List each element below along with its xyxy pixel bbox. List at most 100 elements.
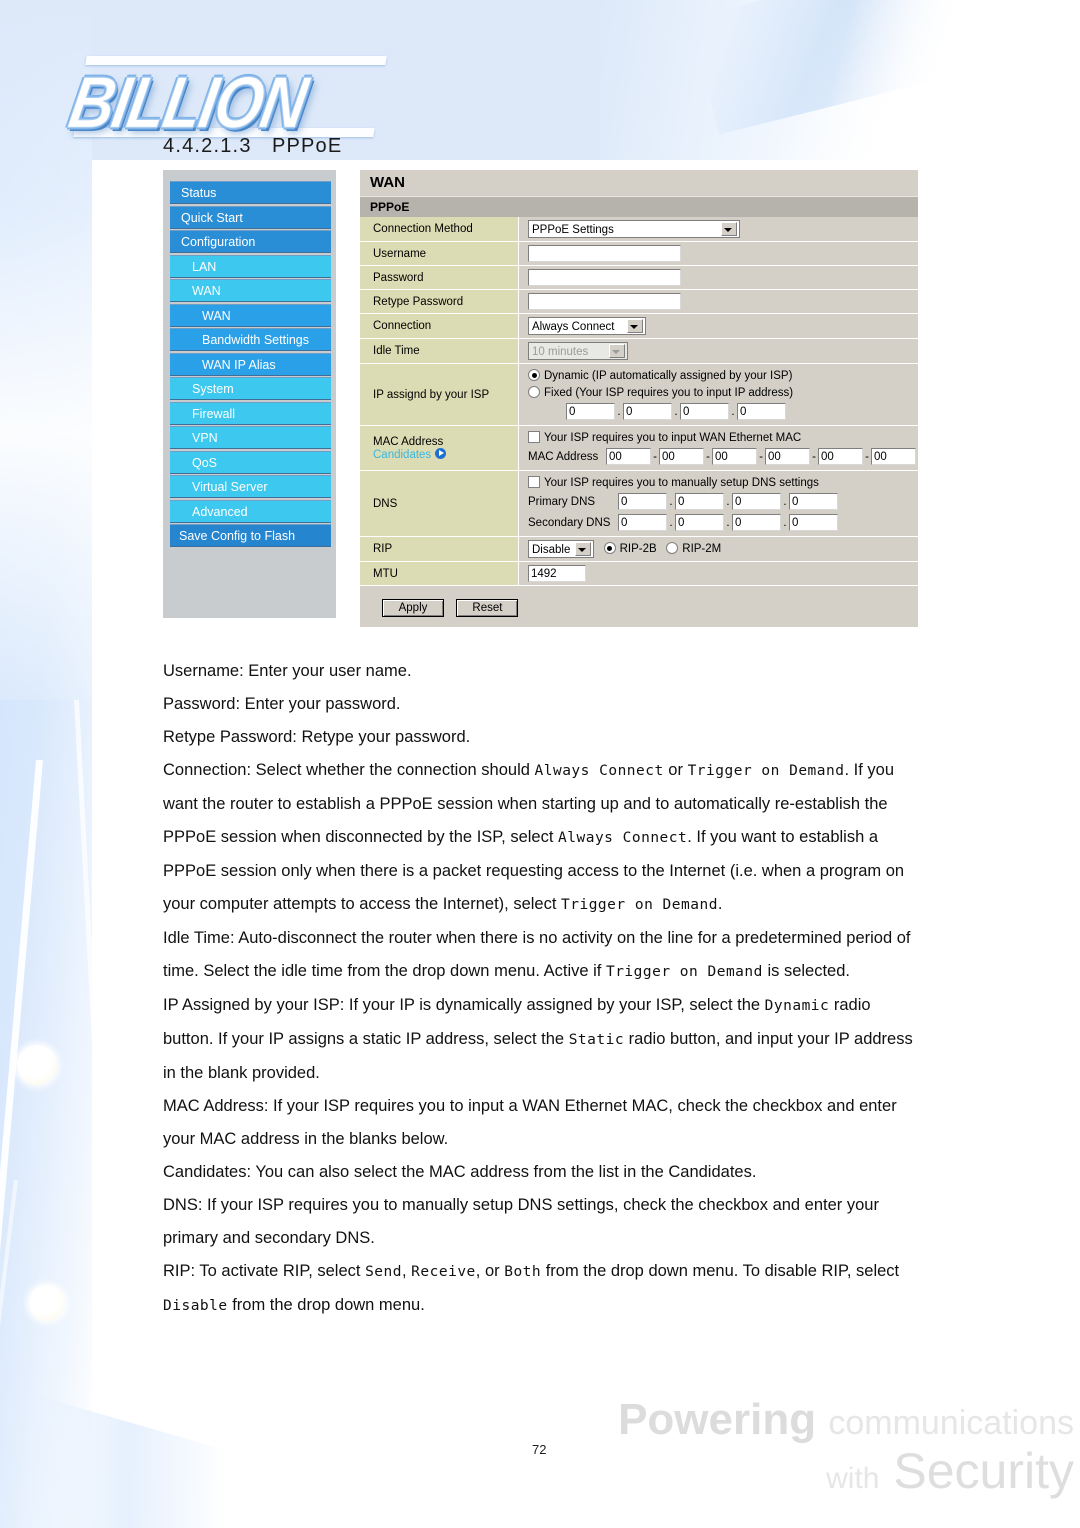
sidebar-item-vpn[interactable]: VPN: [170, 426, 331, 449]
text-run: from the drop down menu. To disable RIP,…: [541, 1262, 900, 1280]
idle-time-select[interactable]: 10 minutes: [528, 342, 628, 360]
secondary-dns-octet-1[interactable]: 0: [618, 514, 667, 531]
sidebar-item-system[interactable]: System: [170, 377, 331, 400]
primary-dns-octet-1[interactable]: 0: [618, 493, 667, 510]
sidebar-item-lan[interactable]: LAN: [170, 254, 331, 278]
label-mac-checkbox: Your ISP requires you to input WAN Ether…: [544, 432, 802, 444]
sidebar-item-virtual-server[interactable]: Virtual Server: [170, 475, 331, 498]
brand-communications: communications: [828, 1404, 1074, 1442]
candidates-link-wrap[interactable]: Candidates: [373, 447, 518, 461]
octet-separator: .: [617, 405, 621, 418]
mac-octet-3[interactable]: 00: [712, 448, 757, 465]
pppoe-settings-form: Connection Method PPPoE Settings Usernam…: [360, 217, 918, 586]
connection-select[interactable]: Always Connect: [528, 317, 646, 335]
sidebar-item-wan[interactable]: WAN: [170, 279, 331, 302]
left-decoration-line: [0, 759, 43, 1528]
left-decoration-line: [0, 1179, 18, 1528]
ui-term: Send: [365, 1264, 402, 1280]
secondary-dns-octet-3[interactable]: 0: [732, 514, 781, 531]
label-rip-2b: RIP-2B: [619, 543, 657, 556]
mac-octet-6[interactable]: 00: [871, 448, 916, 465]
password-input[interactable]: [528, 269, 681, 286]
ip-octet-3[interactable]: 0: [680, 403, 729, 420]
sidebar-item-quick-start[interactable]: Quick Start: [170, 205, 331, 229]
text-run: or: [663, 761, 688, 779]
sidebar-item-status[interactable]: Status: [170, 181, 331, 204]
text-run: is selected.: [762, 962, 850, 980]
ui-term: Disable: [163, 1298, 228, 1314]
sidebar-item-bandwidth-settings[interactable]: Bandwidth Settings: [170, 328, 331, 351]
ui-term: Static: [568, 1032, 625, 1048]
paragraph-idle-time: Idle Time: Auto-disconnect the router wh…: [163, 922, 921, 989]
label-connection-method: Connection Method: [360, 217, 519, 242]
header-fade: [600, 0, 1080, 160]
radio-ip-dynamic[interactable]: [528, 369, 540, 381]
checkbox-wan-ethernet-mac[interactable]: [528, 431, 540, 443]
octet-separator: .: [783, 495, 787, 508]
sidebar-item-save-config-to-flash[interactable]: Save Config to Flash: [170, 524, 331, 547]
label-ip-fixed: Fixed (Your ISP requires you to input IP…: [544, 387, 794, 399]
left-edge-band: [0, 0, 92, 1528]
row-dns: DNS Your ISP requires you to manually se…: [360, 470, 918, 537]
sidebar-item-wan-sub[interactable]: WAN: [170, 303, 331, 327]
apply-button[interactable]: Apply: [382, 599, 444, 617]
sidebar-item-configuration[interactable]: Configuration: [170, 230, 331, 253]
dns-checkbox-option[interactable]: Your ISP requires you to manually setup …: [528, 474, 918, 491]
username-input[interactable]: [528, 245, 681, 262]
paragraph-password: Password: Enter your password.: [163, 695, 401, 713]
sidebar-item-qos[interactable]: QoS: [170, 450, 331, 474]
ip-octet-2[interactable]: 0: [623, 403, 672, 420]
secondary-dns-octet-4[interactable]: 0: [789, 514, 838, 531]
primary-dns-octet-4[interactable]: 0: [789, 493, 838, 510]
label-password: Password: [360, 265, 519, 290]
paragraph-mac-address: MAC Address: If your ISP requires you to…: [163, 1097, 897, 1148]
footer-brand-watermark: Powering communications with Security: [594, 1398, 1074, 1497]
ip-fixed-option[interactable]: Fixed (Your ISP requires you to input IP…: [528, 384, 918, 401]
octet-separator: .: [731, 405, 735, 418]
sidebar-item-advanced[interactable]: Advanced: [170, 499, 331, 523]
section-title: PPPoE: [271, 135, 343, 157]
mac-checkbox-option[interactable]: Your ISP requires you to input WAN Ether…: [528, 429, 918, 446]
paragraph-username: Username: Enter your user name.: [163, 662, 412, 680]
mac-octet-2[interactable]: 00: [659, 448, 704, 465]
sidebar-item-wan-ip-alias[interactable]: WAN IP Alias: [170, 352, 331, 376]
router-web-ui-screenshot: Status Quick Start Configuration LAN WAN…: [163, 170, 918, 627]
row-mtu: MTU 1492: [360, 561, 918, 586]
secondary-dns-octet-2[interactable]: 0: [675, 514, 724, 531]
ui-term: Always Connect: [534, 763, 664, 779]
play-circle-icon: [435, 447, 447, 459]
row-connection-method: Connection Method PPPoE Settings: [360, 217, 918, 242]
mac-separator: -: [706, 450, 710, 463]
checkbox-manual-dns[interactable]: [528, 476, 540, 488]
radio-rip-2b[interactable]: [603, 542, 616, 555]
mac-octet-5[interactable]: 00: [818, 448, 863, 465]
paragraph-dns: DNS: If your ISP requires you to manuall…: [163, 1196, 879, 1247]
rip-select[interactable]: Disable: [528, 540, 594, 558]
ui-term: Always Connect: [558, 830, 688, 846]
row-username: Username: [360, 241, 918, 266]
text-run: from the drop down menu.: [227, 1296, 425, 1314]
left-decoration-line: [74, 699, 126, 1528]
connection-method-select[interactable]: PPPoE Settings: [528, 220, 740, 238]
label-secondary-dns: Secondary DNS: [528, 516, 611, 529]
left-decoration-dot: [29, 1285, 65, 1321]
label-connection: Connection: [360, 313, 519, 339]
mtu-input[interactable]: 1492: [528, 565, 586, 582]
mac-octet-1[interactable]: 00: [606, 448, 651, 465]
reset-button[interactable]: Reset: [456, 599, 519, 617]
label-primary-dns: Primary DNS: [528, 495, 596, 508]
retype-password-input[interactable]: [528, 293, 681, 310]
ip-octet-group: 0.0.0.0: [528, 401, 918, 422]
primary-dns-octet-2[interactable]: 0: [675, 493, 724, 510]
ip-octet-1[interactable]: 0: [566, 403, 615, 420]
ip-octet-4[interactable]: 0: [737, 403, 786, 420]
primary-dns-octet-3[interactable]: 0: [732, 493, 781, 510]
candidates-link[interactable]: Candidates: [373, 449, 431, 461]
mac-octet-4[interactable]: 00: [765, 448, 810, 465]
ip-dynamic-option[interactable]: Dynamic (IP automatically assigned by yo…: [528, 367, 918, 384]
radio-ip-fixed[interactable]: [528, 386, 540, 398]
row-connection: Connection Always Connect: [360, 313, 918, 339]
radio-rip-2m[interactable]: [666, 542, 679, 555]
idle-time-value: 10 minutes: [532, 346, 589, 358]
sidebar-item-firewall[interactable]: Firewall: [170, 401, 331, 425]
